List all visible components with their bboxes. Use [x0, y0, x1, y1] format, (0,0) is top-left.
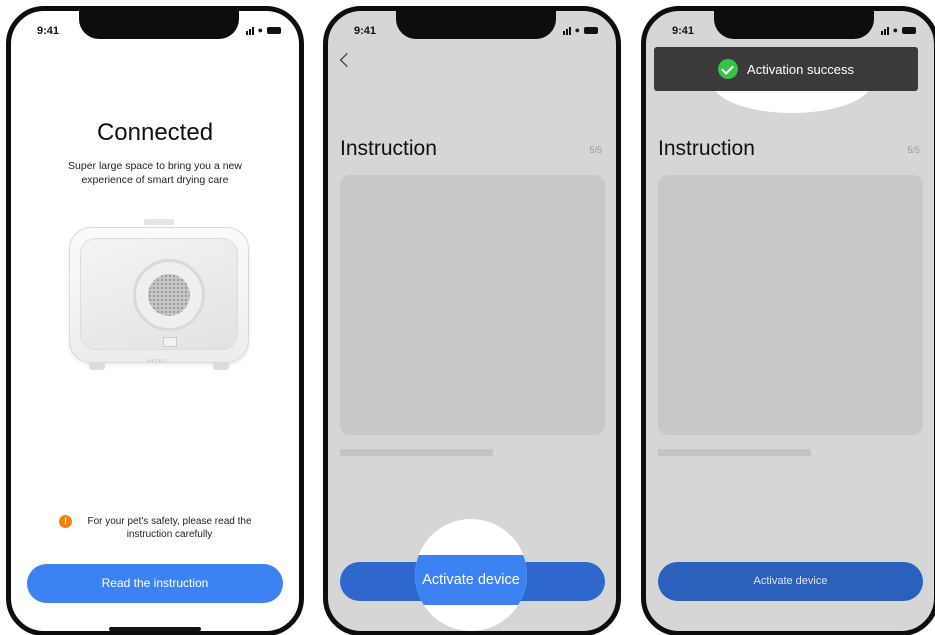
status-time: 9:41: [672, 25, 695, 37]
phone-activated-screen: 9:41 ● Activation success Instruction 5/…: [641, 6, 935, 635]
notch: [396, 11, 556, 39]
device-body: PETKIT: [69, 227, 249, 363]
status-icons: ●: [880, 25, 916, 35]
status-icons: ●: [245, 25, 281, 35]
device-fan: [133, 259, 205, 331]
instruction-image-placeholder: [340, 175, 605, 435]
home-indicator: [109, 627, 201, 631]
toast-text: Activation success: [747, 61, 854, 77]
wifi-icon: ●: [574, 25, 580, 35]
instruction-image-placeholder: [658, 175, 923, 435]
page-counter: 5/5: [589, 145, 602, 155]
exclamation-icon: !: [59, 515, 72, 528]
device-window: [80, 238, 238, 350]
signal-icon: [562, 26, 571, 35]
phone-instruction-screen: 9:41 ● Instruction 5/5 Activate device A…: [323, 6, 621, 635]
page-counter: 5/5: [907, 145, 920, 155]
safety-notice: ! For your pet's safety, please read the…: [59, 515, 259, 541]
wifi-icon: ●: [257, 25, 263, 35]
battery-icon: [902, 26, 916, 34]
device-foot-right: [213, 363, 229, 370]
notch: [714, 11, 874, 39]
signal-icon: [245, 26, 254, 35]
activate-device-button[interactable]: Activate device: [658, 562, 923, 601]
back-chevron-icon[interactable]: [339, 52, 355, 68]
page-title: Instruction: [658, 137, 755, 160]
safety-notice-text: For your pet's safety, please read the i…: [87, 516, 252, 540]
instruction-text-placeholder: [658, 449, 811, 456]
page-title: Instruction: [340, 137, 437, 160]
device-foot-left: [89, 363, 105, 370]
check-circle-icon: [718, 59, 739, 79]
device-handle: [144, 219, 174, 225]
battery-icon: [584, 26, 598, 34]
tap-highlight: Activate device: [415, 519, 527, 631]
status-time: 9:41: [354, 25, 377, 37]
activation-toast: Activation success: [654, 47, 918, 91]
notch: [79, 11, 239, 39]
device-latch: [163, 337, 177, 347]
device-image: PETKIT: [69, 219, 249, 379]
signal-icon: [880, 26, 889, 35]
status-time: 9:41: [37, 25, 60, 37]
status-icons: ●: [562, 25, 598, 35]
activate-device-button-zoomed[interactable]: Activate device: [415, 555, 527, 605]
wifi-icon: ●: [892, 25, 898, 35]
device-logo: PETKIT: [148, 358, 169, 363]
read-instruction-button[interactable]: Read the instruction: [27, 564, 283, 603]
fan-grill: [148, 274, 190, 316]
page-title: Connected: [96, 119, 214, 146]
battery-icon: [267, 26, 281, 34]
phone-connected-screen: 9:41 ● Connected Super large space to br…: [6, 6, 304, 635]
page-subtitle: Super large space to bring you a new exp…: [68, 160, 242, 186]
instruction-text-placeholder: [340, 449, 493, 456]
